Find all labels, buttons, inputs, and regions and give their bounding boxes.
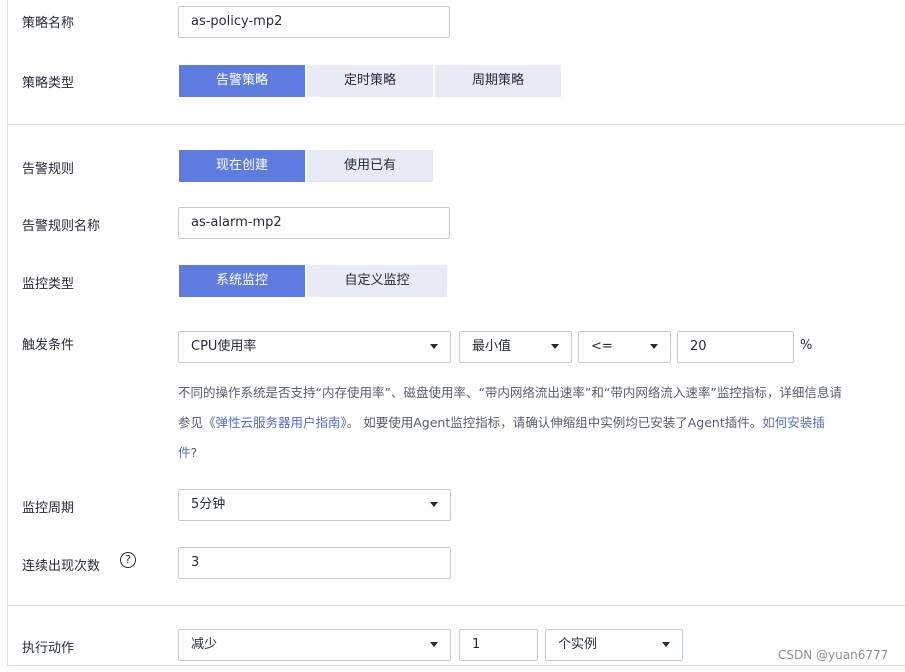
- period-select-value: 5分钟: [191, 497, 226, 512]
- policy-name-label: 策略名称: [22, 16, 75, 31]
- policy-type-scheduled[interactable]: 定时策略: [307, 65, 433, 97]
- trigger-hint-line2: 参见《弹性云服务器用户指南》。 如要使用Agent监控指标，请确认伸缩组中实例均…: [178, 412, 825, 431]
- action-type-value: 减少: [191, 637, 218, 652]
- action-type-select[interactable]: 减少: [178, 629, 451, 661]
- alarm-rule-use-existing[interactable]: 使用已有: [307, 150, 433, 182]
- operator-select[interactable]: <=: [578, 331, 671, 363]
- section-divider: [8, 124, 905, 125]
- aggregation-select-value: 最小值: [472, 339, 512, 354]
- threshold-input[interactable]: 20: [677, 331, 794, 363]
- trigger-hint-line3: 件?: [178, 442, 197, 461]
- occurrences-label: 连续出现次数: [22, 559, 101, 574]
- install-plugin-link-cont[interactable]: 件: [178, 445, 191, 460]
- period-label: 监控周期: [22, 501, 75, 516]
- policy-type-periodic[interactable]: 周期策略: [435, 65, 561, 97]
- alarm-rule-create-now[interactable]: 现在创建: [179, 150, 305, 182]
- user-guide-link[interactable]: 弹性云服务器用户指南: [216, 415, 341, 430]
- hint-text: 》。 如要使用Agent监控指标，请确认伸缩组中实例均已安装了Agent插件。: [340, 415, 763, 430]
- period-select[interactable]: 5分钟: [178, 489, 451, 521]
- aggregation-select[interactable]: 最小值: [459, 331, 572, 363]
- threshold-unit: %: [800, 338, 813, 353]
- chevron-down-icon: [430, 344, 438, 349]
- policy-type-label: 策略类型: [22, 76, 75, 91]
- alarm-rule-label: 告警规则: [22, 162, 75, 177]
- watermark: CSDN @yuan6777: [778, 648, 889, 662]
- monitor-type-label: 监控类型: [22, 277, 75, 292]
- install-plugin-link[interactable]: 如何安装插: [762, 415, 825, 430]
- hint-text: ?: [190, 445, 198, 460]
- action-unit-value: 个实例: [558, 637, 598, 652]
- metric-select[interactable]: CPU使用率: [178, 331, 451, 363]
- chevron-down-icon: [662, 642, 670, 647]
- monitor-type-custom[interactable]: 自定义监控: [307, 265, 447, 297]
- chevron-down-icon: [430, 642, 438, 647]
- chevron-down-icon: [650, 344, 658, 349]
- trigger-hint-line1: 不同的操作系统是否支持“内存使用率”、磁盘使用率、“带内网络流出速率”和“带内网…: [178, 385, 842, 400]
- chevron-down-icon: [430, 502, 438, 507]
- help-icon[interactable]: ?: [120, 552, 136, 568]
- metric-select-value: CPU使用率: [191, 339, 257, 354]
- chevron-down-icon: [551, 344, 559, 349]
- section-divider: [8, 605, 905, 606]
- action-unit-select[interactable]: 个实例: [545, 629, 683, 661]
- policy-name-input[interactable]: as-policy-mp2: [178, 6, 450, 38]
- action-count-input[interactable]: 1: [459, 629, 538, 661]
- occurrences-input[interactable]: 3: [178, 547, 451, 579]
- operator-select-value: <=: [591, 339, 613, 354]
- action-label: 执行动作: [22, 641, 75, 656]
- trigger-label: 触发条件: [22, 338, 75, 353]
- monitor-type-system[interactable]: 系统监控: [179, 265, 305, 297]
- hint-text: 参见《: [178, 415, 216, 430]
- alarm-rule-name-input[interactable]: as-alarm-mp2: [178, 207, 450, 239]
- alarm-rule-name-label: 告警规则名称: [22, 219, 101, 234]
- policy-type-alarm[interactable]: 告警策略: [179, 65, 305, 97]
